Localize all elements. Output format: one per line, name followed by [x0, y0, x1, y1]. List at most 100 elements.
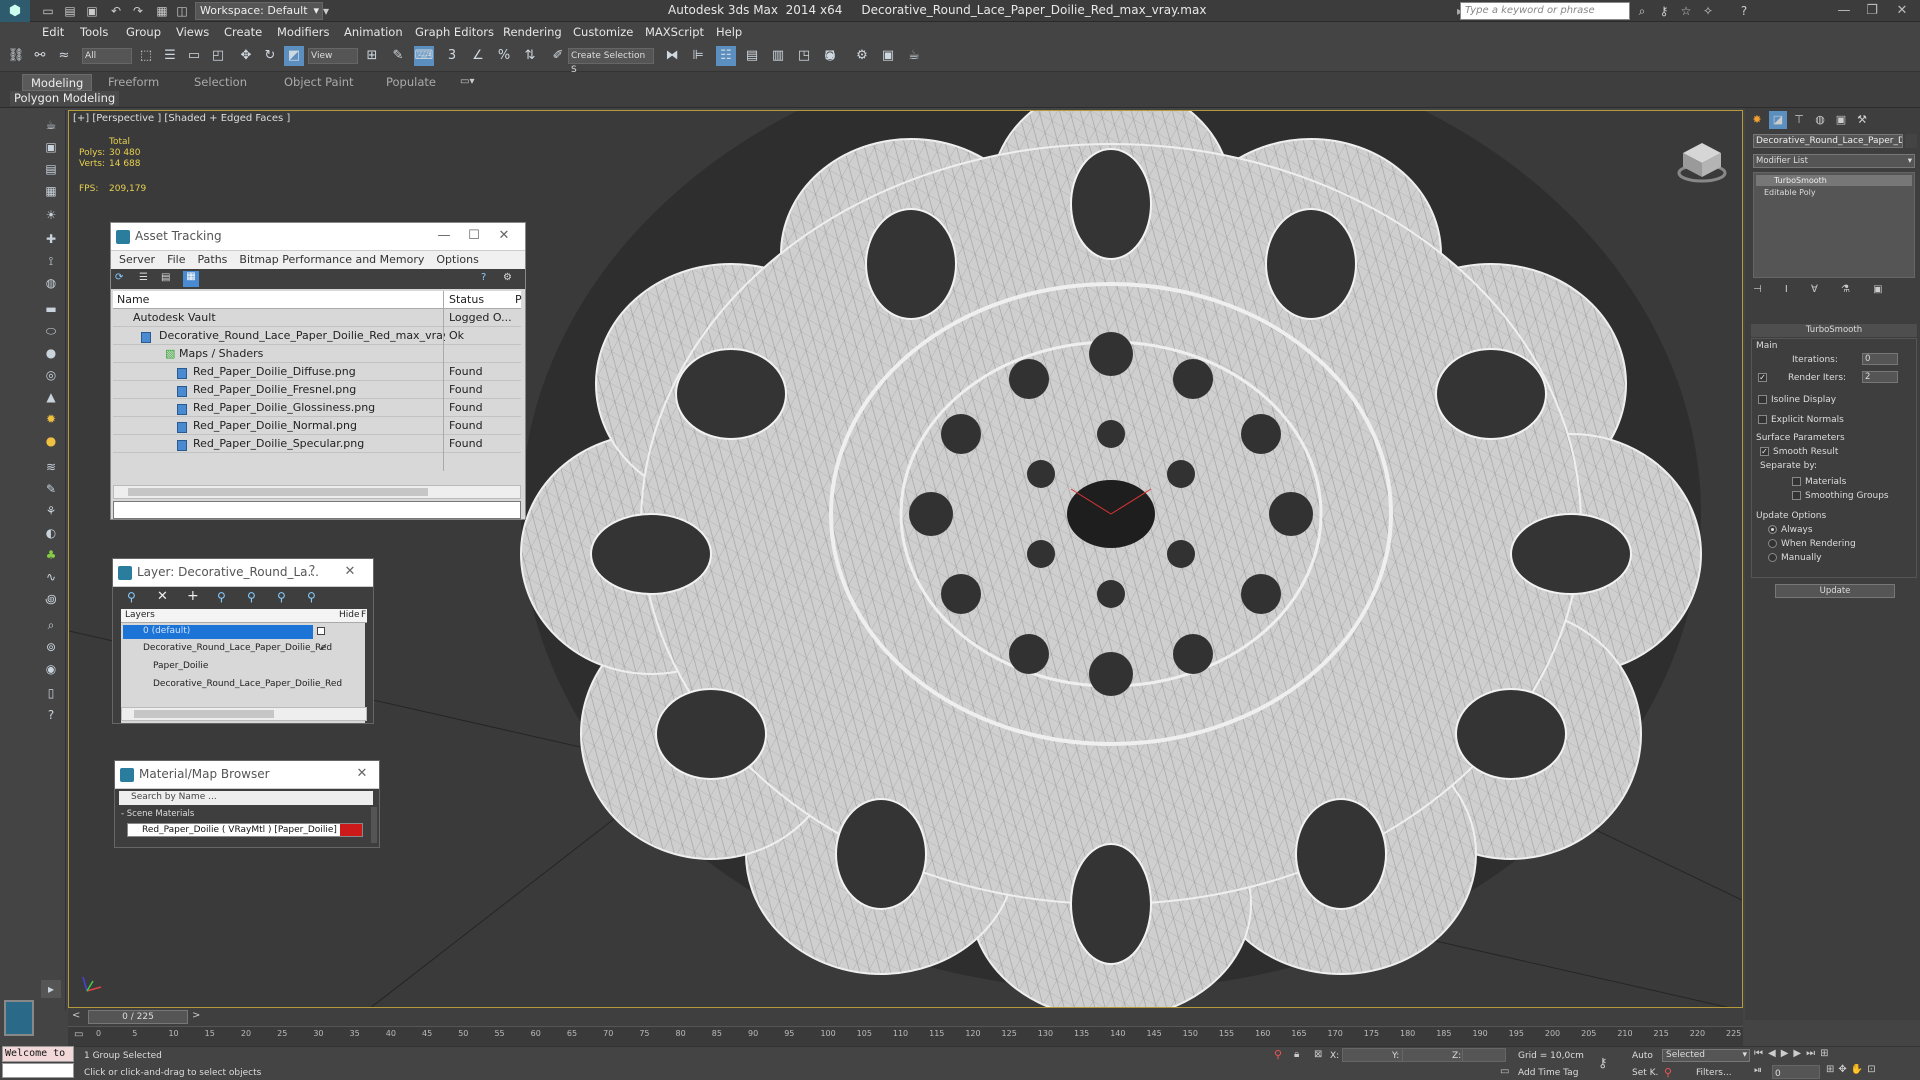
- snaps-toggle-icon[interactable]: 3: [442, 46, 462, 66]
- display-panel-icon[interactable]: ▣: [1832, 111, 1850, 129]
- menu-graph-editors[interactable]: Graph Editors: [415, 25, 494, 39]
- layer-manager-icon[interactable]: ▤: [742, 46, 762, 66]
- stack-controls[interactable]: ⊣ I ∀ ⚗ ▣: [1753, 284, 1915, 300]
- communication-icon[interactable]: ✧: [1700, 3, 1716, 19]
- menu-rendering[interactable]: Rendering: [503, 25, 562, 39]
- box-icon[interactable]: ▣: [41, 138, 61, 156]
- time-slider-thumb[interactable]: 0 / 225: [88, 1010, 188, 1024]
- selection-filter-dropdown[interactable]: All: [82, 48, 132, 64]
- asset-tracking-titlebar[interactable]: Asset Tracking — ☐ ✕: [111, 223, 525, 251]
- menu-customize[interactable]: Customize: [573, 25, 633, 39]
- torus-icon[interactable]: ◎: [41, 366, 61, 384]
- close-icon[interactable]: ✕: [1888, 1, 1916, 21]
- helper-icon[interactable]: ✚: [41, 230, 61, 248]
- cone-icon[interactable]: ▲: [41, 388, 61, 406]
- render-iters-spinner[interactable]: 2: [1862, 371, 1898, 383]
- scale-icon[interactable]: ◩: [284, 46, 304, 66]
- star-icon[interactable]: ☆: [1678, 3, 1694, 19]
- set-key-button[interactable]: Set K.: [1632, 1068, 1658, 1078]
- menu-help[interactable]: Help: [716, 25, 742, 39]
- render-icon[interactable]: ◉: [41, 660, 61, 678]
- motion-panel-icon[interactable]: ◍: [1811, 111, 1829, 129]
- table-row[interactable]: ▧ Maps / Shaders: [113, 345, 521, 363]
- maxscript-input[interactable]: [2, 1063, 74, 1078]
- table-row[interactable]: Autodesk Vault Logged O...: [113, 309, 521, 327]
- table-row[interactable]: Red_Paper_Doilie_Glossiness.png Found: [113, 399, 521, 417]
- prev-frame-icon[interactable]: <: [72, 1010, 80, 1021]
- column-layers[interactable]: Layers: [125, 610, 155, 620]
- layer-row-default[interactable]: 0 (default): [123, 625, 313, 639]
- skeleton-icon[interactable]: ⚘: [41, 502, 61, 520]
- smooth-result-checkbox[interactable]: ✓ Smooth Result: [1760, 447, 1838, 457]
- material-icon[interactable]: ◍: [41, 274, 61, 292]
- tab-populate[interactable]: Populate: [378, 74, 444, 91]
- tab-object-paint[interactable]: Object Paint: [276, 74, 362, 91]
- bind-space-warp-icon[interactable]: ≈: [54, 46, 74, 66]
- table-row[interactable]: Red_Paper_Doilie_Fresnel.png Found: [113, 381, 521, 399]
- pin-icon[interactable]: ⚲: [1274, 1048, 1282, 1061]
- reference-coordinate-dropdown[interactable]: View: [308, 48, 358, 64]
- project-folder-icon[interactable]: ▦: [154, 3, 170, 19]
- window-crossing-icon[interactable]: ◰: [208, 46, 228, 66]
- auto-key-button[interactable]: Auto: [1632, 1051, 1653, 1061]
- menu-maxscript[interactable]: MAXScript: [645, 25, 704, 39]
- sun-icon[interactable]: ✹: [41, 410, 61, 428]
- column-status[interactable]: Status: [449, 293, 484, 306]
- tab-selection[interactable]: Selection: [186, 74, 255, 91]
- table-row[interactable]: Red_Paper_Doilie_Diffuse.png Found: [113, 363, 521, 381]
- save-file-icon[interactable]: ▣: [84, 3, 100, 19]
- light-icon[interactable]: ☀: [41, 206, 61, 224]
- add-time-tag[interactable]: Add Time Tag: [1518, 1068, 1578, 1078]
- column-name[interactable]: Name: [117, 293, 149, 306]
- key-icon[interactable]: ⚷: [1656, 3, 1672, 19]
- create-panel-icon[interactable]: ✸: [1748, 111, 1766, 129]
- object-color-swatch[interactable]: [1905, 134, 1917, 148]
- close-icon[interactable]: ✕: [339, 563, 361, 581]
- menu-views[interactable]: Views: [176, 25, 209, 39]
- options-icon[interactable]: ⚙: [503, 272, 517, 286]
- table-row[interactable]: Decorative_Round_Lace_Paper_Doilie_Red_m…: [113, 327, 521, 345]
- redo-icon[interactable]: ↷: [130, 3, 146, 19]
- turbosmooth-rollout-title[interactable]: TurboSmooth: [1751, 324, 1917, 337]
- checkmark-icon[interactable]: ✓: [319, 641, 328, 654]
- workspace-dropdown[interactable]: Workspace: Default ▾: [195, 2, 323, 20]
- plane-icon[interactable]: ▬: [41, 300, 61, 318]
- menu-modifiers[interactable]: Modifiers: [277, 25, 330, 39]
- teapot-icon[interactable]: ☕: [41, 116, 61, 134]
- path-field[interactable]: [113, 501, 521, 519]
- hierarchy-panel-icon[interactable]: ⊤: [1790, 111, 1808, 129]
- hair-icon[interactable]: ≋: [41, 458, 61, 476]
- list-view-icon[interactable]: ☰: [139, 272, 153, 286]
- angle-snap-icon[interactable]: ∠: [468, 46, 488, 66]
- close-icon[interactable]: ✕: [493, 227, 515, 245]
- scrollbar-thumb[interactable]: [134, 710, 274, 718]
- select-object-icon[interactable]: ⬚: [136, 46, 156, 66]
- current-frame-field[interactable]: 0: [1772, 1065, 1820, 1079]
- render-production-icon[interactable]: ☕: [904, 46, 924, 66]
- hide-layer-icon[interactable]: ⚲: [307, 590, 316, 604]
- text-icon[interactable]: ▯: [41, 684, 61, 702]
- menu-bitmap-performance[interactable]: Bitmap Performance and Memory: [239, 253, 424, 266]
- close-icon[interactable]: ✕: [351, 765, 373, 783]
- menu-group[interactable]: Group: [126, 25, 161, 39]
- material-editor-icon[interactable]: ◉: [820, 46, 840, 66]
- select-by-name-icon[interactable]: ☰: [160, 46, 180, 66]
- modifier-list-dropdown[interactable]: Modifier List ▾: [1753, 154, 1915, 168]
- maximize-icon[interactable]: ☐: [463, 227, 485, 245]
- menu-edit[interactable]: Edit: [42, 25, 64, 39]
- viewcube-icon[interactable]: [1677, 139, 1727, 183]
- binoculars-icon[interactable]: ⌕: [1634, 3, 1650, 19]
- new-file-icon[interactable]: ▭: [40, 3, 56, 19]
- time-slider[interactable]: < 0 / 225 >: [68, 1008, 1743, 1026]
- column-p[interactable]: P: [515, 293, 522, 306]
- refresh-icon[interactable]: ⟳: [115, 272, 129, 286]
- iterations-spinner[interactable]: 0: [1862, 353, 1898, 365]
- menu-paths[interactable]: Paths: [198, 253, 228, 266]
- mirror-icon[interactable]: ⧓: [662, 46, 682, 66]
- expand-icon[interactable]: ▸: [41, 980, 61, 998]
- curve-editor-icon[interactable]: ◳: [794, 46, 814, 66]
- scene-explorer-icon[interactable]: ☷: [716, 46, 736, 66]
- horizontal-scrollbar[interactable]: [121, 707, 367, 721]
- viewport-navigation-controls[interactable]: ⊞✥✋⊡: [1826, 1064, 1918, 1078]
- render-iters-checkbox[interactable]: ✓: [1758, 373, 1771, 383]
